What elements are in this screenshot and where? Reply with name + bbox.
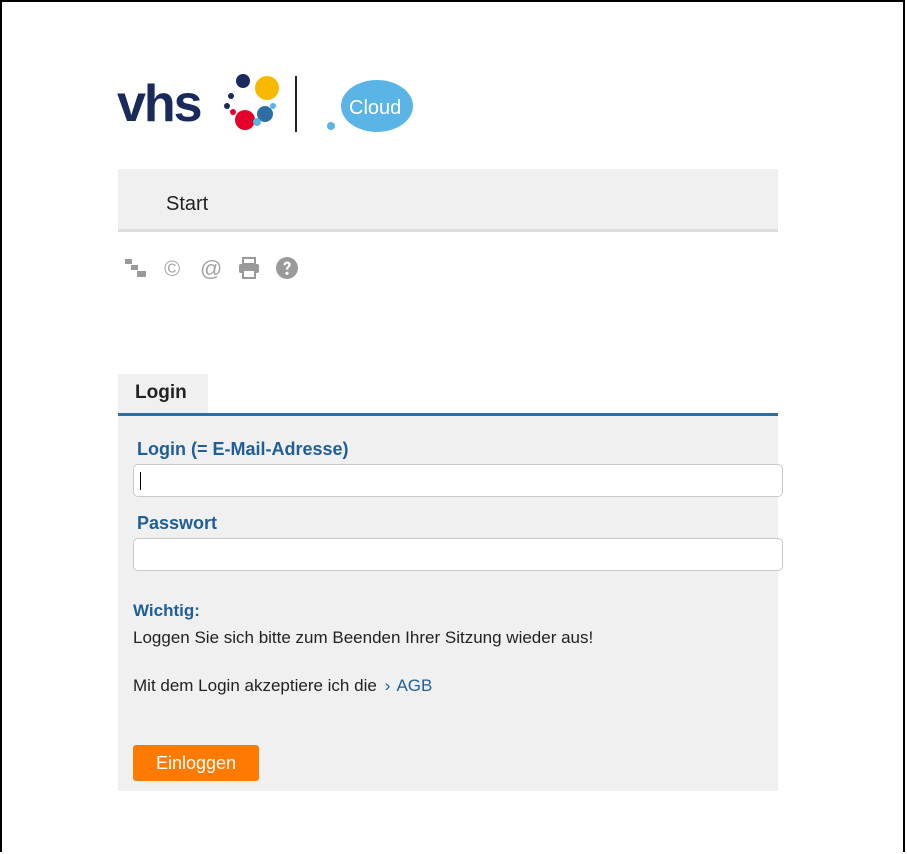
copyright-icon[interactable]: ©	[164, 256, 188, 282]
agb-prefix: Mit dem Login akzeptiere ich die	[133, 676, 377, 695]
print-icon[interactable]	[237, 256, 261, 282]
help-icon[interactable]	[275, 256, 299, 282]
text-caret	[140, 472, 141, 490]
email-field[interactable]	[133, 464, 783, 497]
login-button[interactable]: Einloggen	[133, 745, 259, 781]
cloud-badge: Cloud	[327, 78, 415, 136]
at-icon[interactable]: @	[200, 256, 224, 282]
agb-sentence: Mit dem Login akzeptiere ich die › AGB	[133, 676, 432, 696]
tab-login[interactable]: Login	[118, 374, 208, 414]
sitemap-icon[interactable]	[124, 256, 148, 282]
nav-item-start[interactable]: Start	[166, 193, 208, 216]
vhs-wordmark: vhs	[117, 75, 203, 133]
email-label: Login (= E-Mail-Adresse)	[137, 439, 349, 459]
password-label: Passwort	[137, 513, 218, 533]
vhs-cloud-logo[interactable]: vhs Cloud	[117, 70, 417, 136]
tab-login-label: Login	[135, 382, 187, 403]
important-title: Wichtig:	[133, 601, 200, 620]
chevron-right-icon: ›	[384, 676, 391, 695]
cloud-label: Cloud	[349, 97, 402, 119]
agb-link-label: AGB	[396, 676, 433, 695]
password-field[interactable]	[133, 538, 783, 571]
logo-separator	[295, 76, 297, 132]
agb-link[interactable]: › AGB	[385, 676, 433, 695]
main-nav: Start	[118, 169, 778, 232]
vhs-dots-icon	[224, 74, 279, 130]
important-text: Loggen Sie sich bitte zum Beenden Ihrer …	[133, 628, 594, 647]
